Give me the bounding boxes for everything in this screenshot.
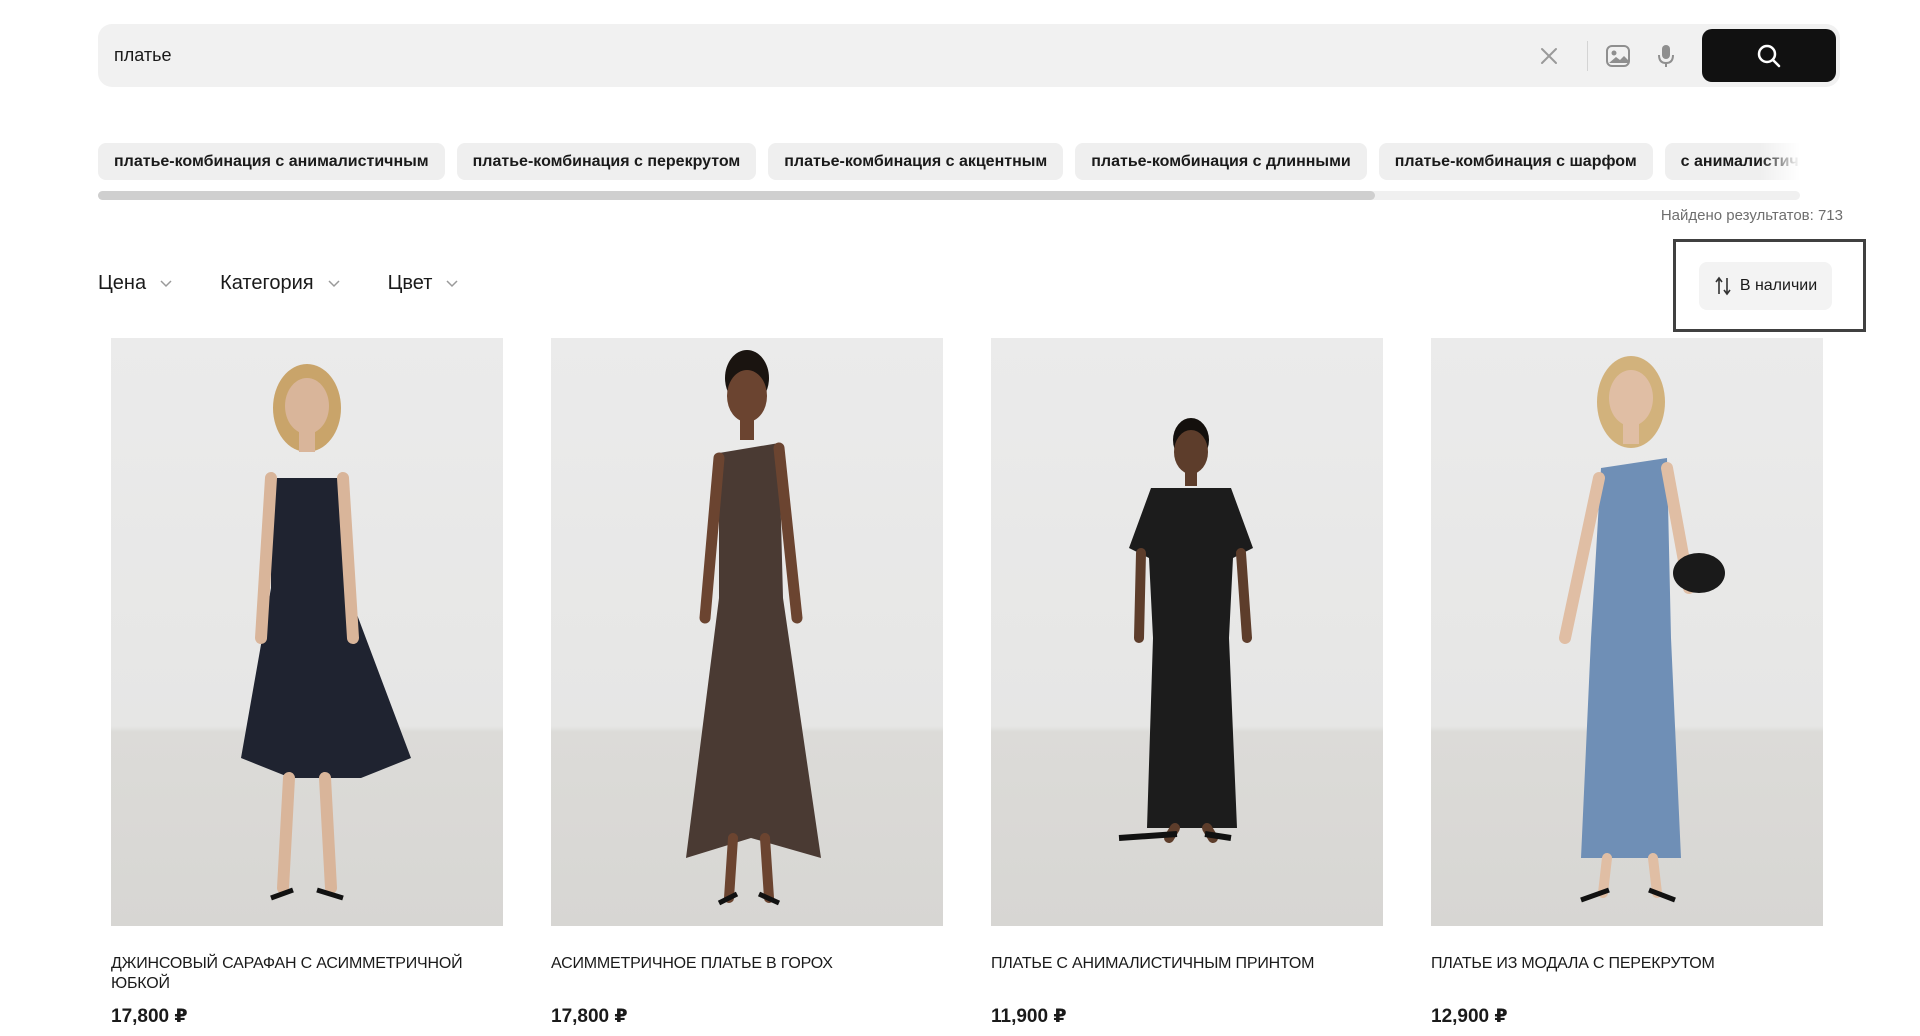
filter-price[interactable]: Цена bbox=[98, 272, 172, 295]
chips-scrollbar[interactable] bbox=[98, 191, 1800, 200]
product-price: 17,800 ₽ bbox=[551, 1006, 628, 1027]
filter-label: Категория bbox=[220, 272, 314, 294]
search-input[interactable] bbox=[98, 24, 1525, 87]
results-count: Найдено результатов: 713 bbox=[1660, 207, 1843, 224]
product-price: 12,900 ₽ bbox=[1431, 1006, 1508, 1027]
product-title[interactable]: ПЛАТЬЕ С АНИМАЛИСТИЧНЫМ ПРИНТОМ bbox=[991, 954, 1361, 974]
chips-scrollbar-thumb[interactable] bbox=[98, 191, 1375, 200]
close-icon bbox=[1541, 47, 1557, 64]
search-icon bbox=[1757, 44, 1781, 67]
suggestion-chip[interactable]: платье-комбинация с перекрутом bbox=[456, 143, 757, 180]
search-divider bbox=[1587, 40, 1588, 71]
product-price: 11,900 ₽ bbox=[991, 1006, 1067, 1027]
product-card[interactable]: ПЛАТЬЕ С АНИМАЛИСТИЧНЫМ ПРИНТОМ 11,900 ₽ bbox=[991, 338, 1383, 1027]
product-card[interactable]: ДЖИНСОВЫЙ САРАФАН С АСИММЕТРИЧНОЙ ЮБКОЙ … bbox=[111, 338, 503, 1027]
suggestion-chips: платье-комбинация с анималистичным плать… bbox=[98, 143, 1800, 180]
sort-button[interactable]: В наличии bbox=[1699, 262, 1832, 310]
image-search-icon bbox=[1606, 44, 1630, 67]
chevron-down-icon bbox=[446, 279, 458, 287]
image-search-button[interactable] bbox=[1594, 32, 1642, 80]
search-bar bbox=[98, 24, 1840, 87]
sort-label: В наличии bbox=[1739, 277, 1818, 294]
clear-search-button[interactable] bbox=[1525, 32, 1573, 80]
sort-arrows-icon bbox=[1715, 276, 1731, 296]
model-figure bbox=[241, 364, 411, 901]
voice-search-button[interactable] bbox=[1642, 32, 1690, 80]
suggestion-chip[interactable]: платье-комбинация с длинными bbox=[1075, 143, 1367, 180]
chevron-down-icon bbox=[328, 279, 340, 287]
product-title[interactable]: ПЛАТЬЕ ИЗ МОДАЛА С ПЕРЕКРУТОМ bbox=[1431, 954, 1801, 974]
product-title[interactable]: АСИММЕТРИЧНОЕ ПЛАТЬЕ В ГОРОХ bbox=[551, 954, 921, 974]
suggestion-chip[interactable]: платье-комбинация с акцентным bbox=[768, 143, 1064, 180]
chevron-down-icon bbox=[160, 279, 172, 287]
model-figure bbox=[1118, 418, 1253, 843]
search-submit-button[interactable] bbox=[1702, 29, 1836, 82]
suggestion-chip[interactable]: платье-комбинация с шарфом bbox=[1378, 143, 1653, 180]
model-figure bbox=[686, 350, 821, 906]
product-image[interactable] bbox=[551, 338, 943, 926]
filter-label: Цвет bbox=[387, 272, 433, 294]
product-card[interactable]: АСИММЕТРИЧНОЕ ПЛАТЬЕ В ГОРОХ 17,800 ₽ bbox=[551, 338, 943, 1027]
product-image[interactable] bbox=[1431, 338, 1823, 926]
suggestion-chip[interactable]: с анималистичным bbox=[1664, 143, 1800, 180]
filter-bar: Цена Категория Цвет bbox=[98, 272, 458, 295]
product-title[interactable]: ДЖИНСОВЫЙ САРАФАН С АСИММЕТРИЧНОЙ ЮБКОЙ bbox=[111, 954, 481, 994]
product-price: 17,800 ₽ bbox=[111, 1006, 188, 1027]
filter-color[interactable]: Цвет bbox=[388, 272, 459, 295]
product-image[interactable] bbox=[111, 338, 503, 926]
microphone-icon bbox=[1658, 44, 1674, 67]
suggestion-chip[interactable]: платье-комбинация с анималистичным bbox=[98, 143, 445, 180]
product-card[interactable]: ПЛАТЬЕ ИЗ МОДАЛА С ПЕРЕКРУТОМ 12,900 ₽ bbox=[1431, 338, 1823, 1027]
filter-category[interactable]: Категория bbox=[220, 272, 340, 295]
filter-label: Цена bbox=[98, 272, 147, 294]
product-image[interactable] bbox=[991, 338, 1383, 926]
model-figure bbox=[1559, 356, 1725, 903]
